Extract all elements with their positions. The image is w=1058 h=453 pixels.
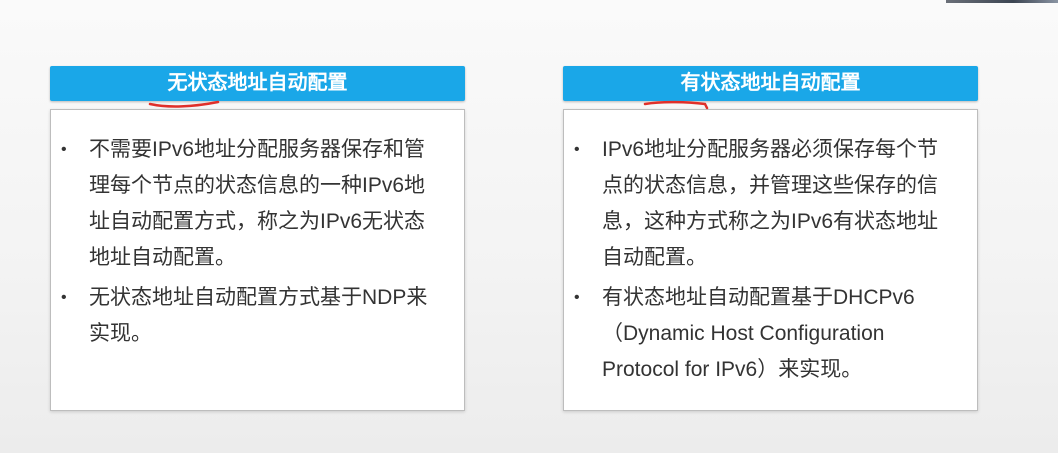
list-item: • IPv6地址分配服务器必须保存每个节点的状态信息，并管理这些保存的信息，这种… bbox=[564, 132, 957, 276]
bullet-icon: • bbox=[574, 141, 580, 158]
list-item-text: IPv6地址分配服务器必须保存每个节点的状态信息，并管理这些保存的信息，这种方式… bbox=[602, 138, 939, 269]
stateful-panel: 有状态地址自动配置 • IPv6地址分配服务器必须保存每个节点的状态信息，并管理… bbox=[563, 66, 978, 411]
stateless-panel: 无状态地址自动配置 • 不需要IPv6地址分配服务器保存和管理每个节点的状态信息… bbox=[50, 66, 465, 411]
list-item-text: 不需要IPv6地址分配服务器保存和管理每个节点的状态信息的一种IPv6地址自动配… bbox=[89, 138, 426, 269]
list-item: • 不需要IPv6地址分配服务器保存和管理每个节点的状态信息的一种IPv6地址自… bbox=[51, 132, 444, 276]
stateless-bullet-list: • 不需要IPv6地址分配服务器保存和管理每个节点的状态信息的一种IPv6地址自… bbox=[51, 110, 464, 352]
list-item: • 有状态地址自动配置基于DHCPv6（Dynamic Host Configu… bbox=[564, 280, 957, 388]
stateless-panel-body: • 不需要IPv6地址分配服务器保存和管理每个节点的状态信息的一种IPv6地址自… bbox=[50, 109, 465, 411]
stateful-bullet-list: • IPv6地址分配服务器必须保存每个节点的状态信息，并管理这些保存的信息，这种… bbox=[564, 110, 977, 388]
stateful-panel-body: • IPv6地址分配服务器必须保存每个节点的状态信息，并管理这些保存的信息，这种… bbox=[563, 109, 978, 411]
list-item-text: 无状态地址自动配置方式基于NDP来实现。 bbox=[89, 286, 428, 345]
list-item-text: 有状态地址自动配置基于DHCPv6（Dynamic Host Configura… bbox=[602, 286, 915, 381]
red-underline-annotation bbox=[643, 100, 709, 110]
bullet-icon: • bbox=[61, 289, 67, 306]
list-item: • 无状态地址自动配置方式基于NDP来实现。 bbox=[51, 280, 444, 352]
stateful-panel-title: 有状态地址自动配置 bbox=[563, 66, 978, 101]
stateless-panel-title: 无状态地址自动配置 bbox=[50, 66, 465, 101]
red-underline-annotation bbox=[148, 100, 220, 108]
bullet-icon: • bbox=[574, 289, 580, 306]
bullet-icon: • bbox=[61, 141, 67, 158]
video-thumbnail-edge bbox=[946, 0, 1058, 3]
